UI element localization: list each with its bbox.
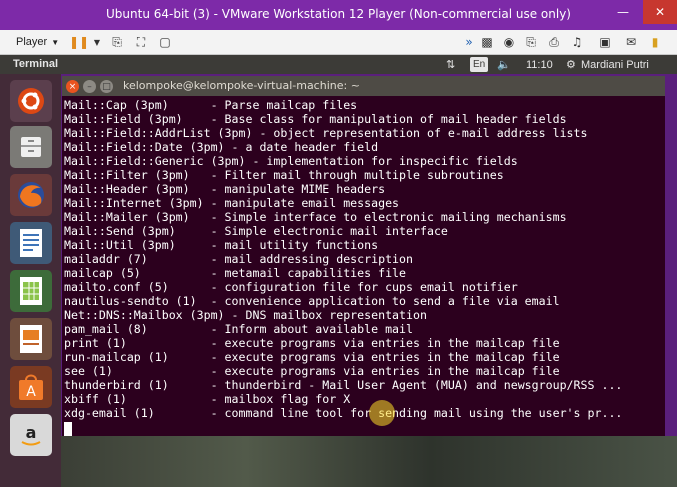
pause-icon[interactable]: ❚❚ — [69, 33, 89, 51]
terminal-line: Mail::Field::AddrList (3pm) - object rep… — [64, 126, 588, 140]
printer-icon[interactable]: ⎙ — [545, 33, 563, 51]
terminal-line: nautilus-sendto (1) - convenience applic… — [64, 294, 560, 308]
libreoffice-writer-icon[interactable] — [10, 222, 52, 264]
keyboard-indicator[interactable]: En — [470, 57, 489, 72]
window-title: Ubuntu 64-bit (3) - VMware Workstation 1… — [106, 7, 571, 21]
user-name[interactable]: Mardiani Putri — [581, 57, 649, 72]
firefox-icon[interactable] — [10, 174, 52, 216]
vmware-titlebar: Ubuntu 64-bit (3) - VMware Workstation 1… — [0, 0, 677, 30]
amazon-icon[interactable]: a — [10, 414, 52, 456]
terminal-title: kelompoke@kelompoke-virtual-machine: ~ — [123, 79, 360, 92]
cd-icon[interactable]: ◉ — [500, 33, 518, 51]
maximize-icon: □ — [102, 81, 111, 92]
ubuntu-dash-icon[interactable] — [10, 80, 52, 122]
svg-text:A: A — [26, 384, 36, 400]
terminal-line: Mail::Cap (3pm) - Parse mailcap files — [64, 98, 358, 112]
forward-icon[interactable]: » — [460, 33, 478, 51]
terminal-line: Mail::Filter (3pm) - Filter mail through… — [64, 168, 504, 182]
minimize-button[interactable]: — — [609, 0, 637, 24]
sound-icon[interactable]: ♫ — [568, 33, 586, 51]
settings-gear-icon[interactable]: ⚙ — [566, 57, 576, 72]
terminal-line: Mail::Send (3pm) - Simple electronic mai… — [64, 224, 448, 238]
folder-icon[interactable]: ▮ — [646, 33, 664, 51]
terminal-close-button[interactable]: × — [66, 80, 79, 93]
minimize-icon: — — [617, 5, 629, 19]
vmware-toolbar: Player ▼ ❚❚ ▼ ⎘ ⛶ ▢ » ▩ ◉ ⎘ ⎙ ♫ ▣ ✉ ▮ — [0, 30, 677, 55]
svg-text:a: a — [26, 423, 37, 442]
player-menu-label: Player — [16, 36, 48, 48]
sort-icon[interactable]: ⇅ — [446, 57, 455, 72]
terminal-line: Mail::Field (3pm) - Base class for manip… — [64, 112, 567, 126]
terminal-line: Mail::Field::Generic (3pm) - implementat… — [64, 154, 518, 168]
terminal-line: Mail::Internet (3pm) - manipulate email … — [64, 196, 400, 210]
files-icon[interactable] — [10, 126, 52, 168]
display-icon[interactable]: ▣ — [596, 33, 614, 51]
close-button[interactable]: ✕ — [643, 0, 677, 24]
software-center-icon[interactable]: A — [10, 366, 52, 408]
message-icon[interactable]: ✉ — [622, 33, 640, 51]
libreoffice-calc-icon[interactable] — [10, 270, 52, 312]
terminal-maximize-button[interactable]: □ — [100, 80, 113, 93]
terminal-line: xbiff (1) - mailbox flag for X — [64, 392, 351, 406]
terminal-line: Net::DNS::Mailbox (3pm) - DNS mailbox re… — [64, 308, 427, 322]
usb-icon[interactable]: ⎘ — [522, 33, 540, 51]
terminal-line: Mail::Util (3pm) - mail utility function… — [64, 238, 379, 252]
terminal-line: Mail::Header (3pm) - manipulate MIME hea… — [64, 182, 386, 196]
fullscreen-icon[interactable]: ⛶ — [132, 33, 150, 51]
terminal-line: xdg-email (1) - command line tool for se… — [64, 406, 623, 420]
clock[interactable]: 11:10 — [526, 57, 553, 72]
unity-icon[interactable]: ▢ — [156, 33, 174, 51]
terminal-output[interactable]: Mail::Cap (3pm) - Parse mailcap files Ma… — [64, 97, 664, 436]
desktop-wallpaper — [61, 436, 677, 487]
terminal-line: mailcap (5) - metamail capabilities file — [64, 266, 407, 280]
terminal-line: mailto.conf (5) - configuration file for… — [64, 280, 518, 294]
active-app-name: Terminal — [13, 58, 59, 70]
terminal-line: run-mailcap (1) - execute programs via e… — [64, 350, 560, 364]
terminal-line: pam_mail (8) - Inform about available ma… — [64, 322, 414, 336]
terminal-minimize-button[interactable]: – — [83, 80, 96, 93]
ubuntu-launcher: A a — [0, 74, 61, 487]
player-menu-button[interactable]: Player ▼ — [10, 33, 65, 51]
chevron-down-icon: ▼ — [51, 37, 60, 47]
terminal-line: Mail::Mailer (3pm) - Simple interface to… — [64, 210, 567, 224]
mouse-click-indicator — [369, 400, 395, 426]
terminal-titlebar[interactable]: × – □ kelompoke@kelompoke-virtual-machin… — [62, 76, 665, 96]
close-icon: ✕ — [654, 5, 666, 19]
libreoffice-impress-icon[interactable] — [10, 318, 52, 360]
terminal-line: see (1) - execute programs via entries i… — [64, 364, 560, 378]
terminal-line: thunderbird (1) - thunderbird - Mail Use… — [64, 378, 623, 392]
terminal-line: print (1) - execute programs via entries… — [64, 336, 560, 350]
text-cursor — [64, 422, 72, 436]
terminal-window[interactable]: × – □ kelompoke@kelompoke-virtual-machin… — [62, 76, 665, 436]
minimize-icon: – — [87, 81, 92, 92]
send-ctrl-alt-del-icon[interactable]: ⎘ — [108, 33, 126, 51]
network-icon[interactable]: ▩ — [478, 33, 496, 51]
dropdown-icon[interactable]: ▼ — [88, 33, 106, 51]
volume-icon[interactable]: 🔈 — [497, 57, 511, 72]
terminal-line: mailaddr (7) - mail addressing descripti… — [64, 252, 414, 266]
ubuntu-top-panel: Terminal ⇅ En 🔈 11:10 ⚙ Mardiani Putri — [0, 55, 677, 74]
terminal-line: Mail::Field::Date (3pm) - a date header … — [64, 140, 379, 154]
close-icon: × — [68, 81, 77, 92]
